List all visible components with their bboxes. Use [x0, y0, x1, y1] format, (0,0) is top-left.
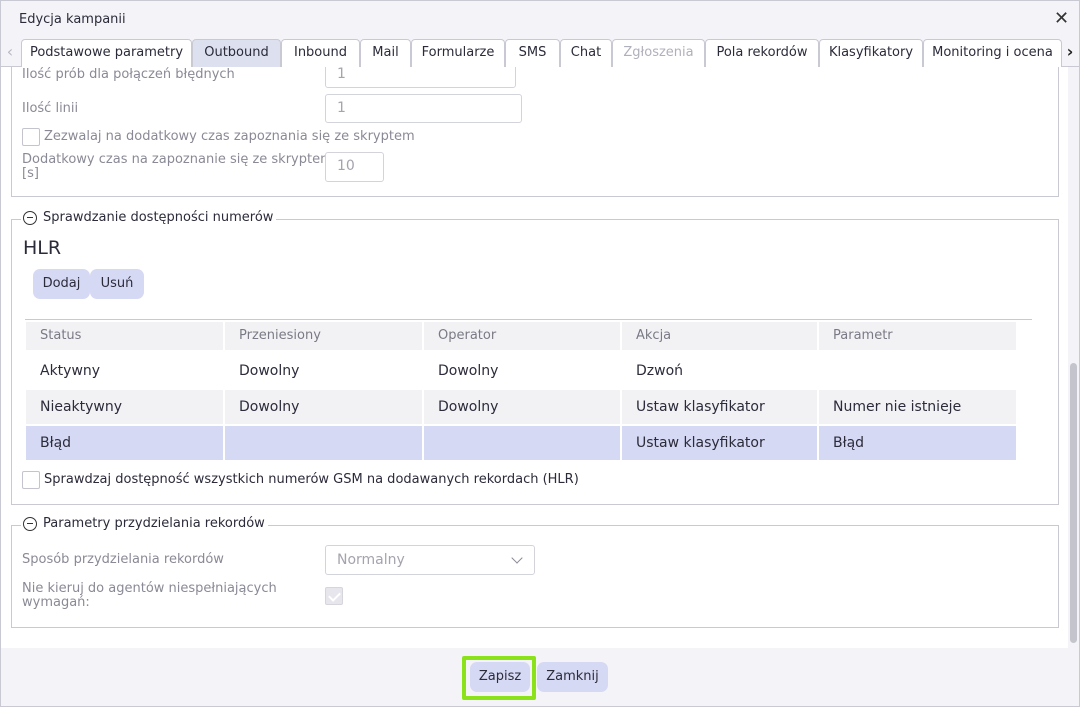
- no-route-checkbox[interactable]: [325, 587, 343, 605]
- allow-extra-time-label: Zezwalaj na dodatkowy czas zapoznania si…: [44, 129, 415, 144]
- tab-tickets: Zgłoszenia: [612, 39, 705, 67]
- record-assignment-title: Parametry przydzielania rekordów: [43, 516, 265, 531]
- column-header-action[interactable]: Akcja: [622, 322, 817, 350]
- tab-mail[interactable]: Mail: [360, 39, 411, 67]
- chevron-left-icon[interactable]: ‹: [2, 41, 18, 63]
- collapse-icon[interactable]: [23, 516, 37, 531]
- record-assignment-section: [11, 525, 1059, 628]
- remove-button[interactable]: Usuń: [90, 269, 144, 299]
- dialog-title: Edycja kampanii: [19, 12, 126, 27]
- table-cell[interactable]: Ustaw klasyfikator: [622, 390, 817, 424]
- extra-time-input[interactable]: 10: [325, 152, 384, 182]
- chevron-down-icon: [511, 552, 523, 564]
- tab-forms[interactable]: Formularze: [411, 39, 505, 67]
- table-cell[interactable]: Błąd: [26, 426, 223, 460]
- chevron-right-icon[interactable]: ›: [1062, 41, 1078, 63]
- add-button[interactable]: Dodaj: [33, 269, 90, 299]
- outbound-panel: Ilość prób dla połączeń błędnych 1 Ilość…: [1, 67, 1067, 648]
- table-cell[interactable]: Dowolny: [225, 390, 422, 424]
- tab-sms[interactable]: SMS: [505, 39, 560, 67]
- check-all-gsm-checkbox[interactable]: [22, 471, 40, 489]
- table-cell[interactable]: Ustaw klasyfikator: [622, 426, 817, 460]
- table-cell[interactable]: Dowolny: [424, 354, 620, 388]
- no-route-label-cont: wymagań:: [22, 595, 90, 610]
- table-cell[interactable]: Nieaktywny: [26, 390, 223, 424]
- collapse-icon[interactable]: [23, 210, 37, 225]
- tab-basic-parameters[interactable]: Podstawowe parametry: [21, 39, 192, 67]
- assignment-method-label: Sposób przydzielania rekordów: [22, 552, 224, 567]
- hlr-heading: HLR: [23, 237, 62, 259]
- campaign-edit-dialog: Edycja kampanii ✕ ‹ Podstawowe parametry…: [0, 0, 1080, 707]
- dialog-titlebar: Edycja kampanii ✕: [1, 1, 1079, 37]
- extra-time-label: Dodatkowy czas na zapoznanie się ze skry…: [22, 152, 333, 167]
- close-button[interactable]: Zamknij: [537, 662, 608, 692]
- tab-outbound[interactable]: Outbound: [192, 39, 281, 67]
- table-cell[interactable]: Dzwoń: [622, 354, 817, 388]
- table-cell[interactable]: Aktywny: [26, 354, 223, 388]
- column-header-status[interactable]: Status: [26, 322, 223, 350]
- tab-monitoring[interactable]: Monitoring i ocena: [923, 39, 1062, 67]
- tab-inbound[interactable]: Inbound: [281, 39, 360, 67]
- record-assignment-legend[interactable]: Parametry przydzielania rekordów: [21, 516, 268, 531]
- vertical-scrollbar[interactable]: [1068, 67, 1079, 648]
- table-cell[interactable]: [424, 426, 620, 460]
- close-icon[interactable]: ✕: [1054, 10, 1070, 28]
- retry-count-label: Ilość prób dla połączeń błędnych: [22, 67, 235, 82]
- table-cell[interactable]: Numer nie istnieje: [819, 390, 1016, 424]
- save-button-highlight: [462, 656, 536, 700]
- table-cell[interactable]: [225, 426, 422, 460]
- tab-strip: ‹ Podstawowe parametry Outbound Inbound …: [1, 37, 1079, 67]
- table-cell[interactable]: Błąd: [819, 426, 1016, 460]
- no-route-label: Nie kieruj do agentów niespełniających: [22, 581, 277, 596]
- lines-count-label: Ilość linii: [22, 101, 79, 116]
- table-cell[interactable]: [819, 354, 1016, 388]
- column-header-parameter[interactable]: Parametr: [819, 322, 1016, 350]
- allow-extra-time-checkbox[interactable]: [22, 128, 40, 146]
- tab-chat[interactable]: Chat: [560, 39, 612, 67]
- tab-classifiers[interactable]: Klasyfikatory: [819, 39, 923, 67]
- assignment-method-select[interactable]: Normalny: [325, 545, 535, 575]
- column-header-ported[interactable]: Przeniesiony: [225, 322, 422, 350]
- assignment-method-value: Normalny: [337, 552, 405, 568]
- dialog-footer: Zapisz Zamknij: [1, 648, 1079, 706]
- check-all-gsm-label: Sprawdzaj dostępność wszystkich numerów …: [44, 472, 579, 487]
- number-availability-title: Sprawdzanie dostępności numerów: [43, 210, 274, 225]
- grid-top-border: [25, 319, 1032, 320]
- table-cell[interactable]: Dowolny: [424, 390, 620, 424]
- lines-count-input[interactable]: 1: [325, 94, 522, 123]
- table-cell[interactable]: Dowolny: [225, 354, 422, 388]
- tab-record-fields[interactable]: Pola rekordów: [705, 39, 819, 67]
- number-availability-legend[interactable]: Sprawdzanie dostępności numerów: [21, 210, 277, 225]
- extra-time-unit-label: [s]: [22, 166, 39, 181]
- column-header-operator[interactable]: Operator: [424, 322, 620, 350]
- scrollbar-thumb[interactable]: [1070, 363, 1077, 643]
- retry-count-input[interactable]: 1: [325, 67, 516, 88]
